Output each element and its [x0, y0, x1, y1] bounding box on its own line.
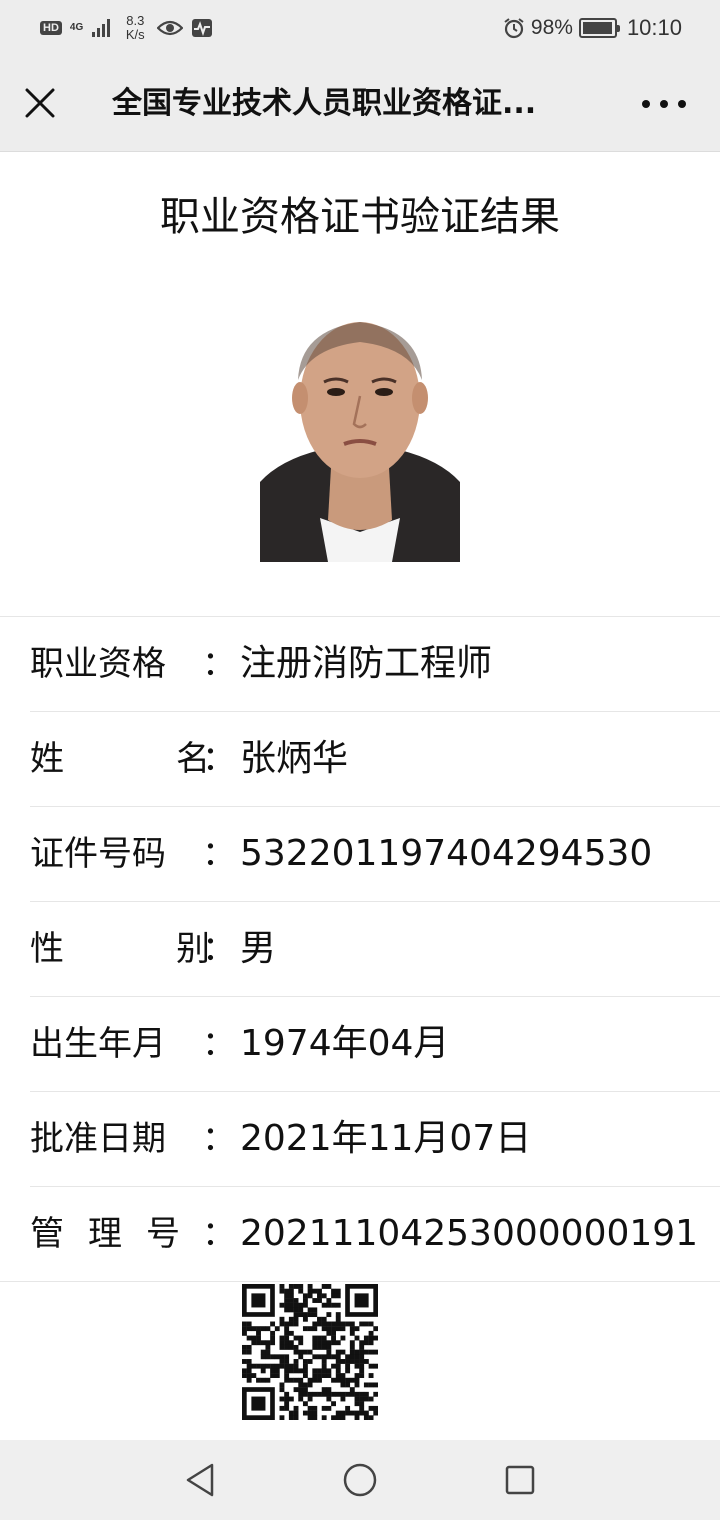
detail-colon: ： [202, 1214, 236, 1254]
speed-value: 8.3 [126, 13, 145, 28]
speed-unit: K/s [125, 27, 145, 42]
detail-value: 532201197404294530 [240, 833, 653, 874]
label-char: 姓 [30, 739, 64, 779]
detail-colon: ： [202, 929, 236, 969]
detail-colon: ： [202, 644, 236, 684]
network-speed: 8.3 K/s [126, 14, 145, 42]
label-char: 理 [88, 1214, 122, 1254]
label-char: 号 [146, 1214, 180, 1254]
detail-label: 批准日期 [30, 1119, 166, 1159]
detail-row-id-number: 证件号码 ： 532201197404294530 [30, 807, 720, 902]
signal-icon [91, 19, 110, 37]
recents-icon[interactable] [500, 1460, 540, 1500]
detail-label: 性别 [30, 926, 210, 972]
detail-value: 男 [240, 928, 277, 969]
more-icon[interactable] [642, 86, 686, 122]
detail-label: 证件号码 [30, 834, 166, 874]
detail-colon: ： [202, 834, 236, 874]
detail-colon: ： [202, 1119, 236, 1159]
result-heading: 职业资格证书验证结果 [160, 194, 560, 240]
alarm-icon [503, 17, 525, 39]
detail-colon: ： [202, 739, 236, 779]
detail-row-approval-date: 批准日期 ： 2021年11月07日 [30, 1092, 720, 1187]
activity-icon [191, 18, 213, 38]
back-icon[interactable] [180, 1460, 220, 1500]
home-icon[interactable] [340, 1460, 380, 1500]
hd-icon: HD [40, 21, 62, 35]
status-bar: HD 4G 8.3 K/s 98% 10:10 [0, 0, 720, 56]
system-navigation-bar [0, 1440, 720, 1520]
detail-value: 20211104253000000191 [240, 1213, 699, 1254]
eye-icon [156, 19, 183, 37]
label-char: 性 [30, 929, 64, 969]
label-char: 管 [30, 1214, 64, 1254]
battery-percent: 98% [530, 16, 573, 39]
title-bar: 全国专业技术人员职业资格证... [0, 56, 720, 152]
detail-row-birth-month: 出生年月 ： 1974年04月 [30, 997, 720, 1092]
close-icon[interactable] [20, 78, 60, 128]
clock: 10:10 [626, 15, 682, 40]
detail-value: 张炳华 [240, 738, 349, 779]
detail-value: 注册消防工程师 [240, 643, 493, 684]
portrait-photo [260, 300, 460, 562]
detail-value: 2021年11月07日 [240, 1118, 532, 1159]
detail-colon: ： [202, 1024, 236, 1064]
network-type: 4G [69, 22, 84, 33]
detail-label: 姓名 [30, 736, 210, 782]
page-title: 全国专业技术人员职业资格证... [112, 86, 537, 121]
battery-icon [578, 18, 620, 38]
detail-row-gender: 性别 ： 男 [30, 902, 720, 997]
detail-row-management-number: 管理号 ： 20211104253000000191 [0, 1187, 720, 1282]
detail-label: 职业资格 [30, 644, 166, 684]
detail-row-name: 姓名 ： 张炳华 [30, 712, 720, 807]
detail-value: 1974年04月 [240, 1023, 450, 1064]
qr-code [241, 1283, 379, 1421]
certificate-details: 职业资格 ： 注册消防工程师 姓名 ： 张炳华 证件号码 ： 532201197… [0, 616, 720, 1282]
detail-label: 出生年月 [30, 1024, 166, 1064]
detail-row-qualification: 职业资格 ： 注册消防工程师 [30, 617, 720, 712]
detail-label: 管理号 [30, 1211, 180, 1257]
